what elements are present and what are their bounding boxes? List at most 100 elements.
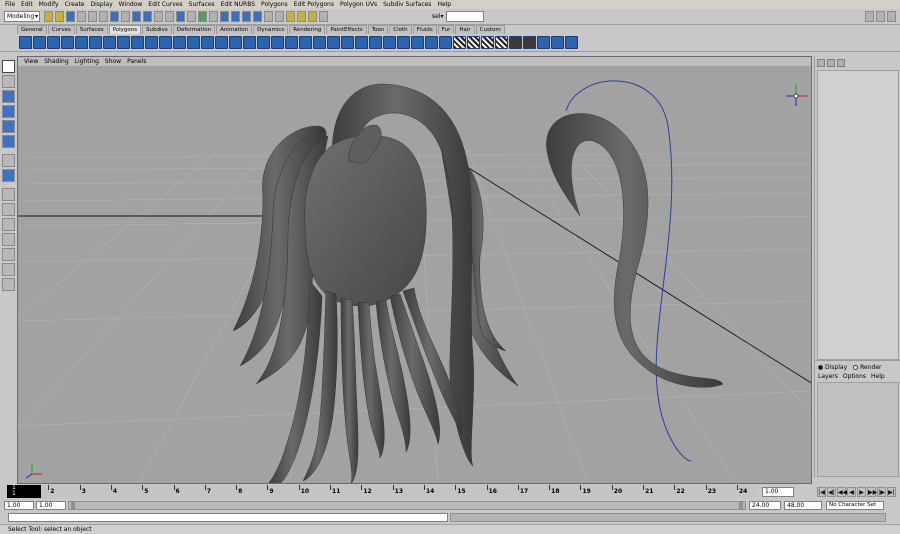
render-frame-icon[interactable] [286,11,295,22]
shelf-tool-icon[interactable] [215,36,228,49]
layer-menu-help[interactable]: Help [871,373,885,380]
highlight-selection-icon[interactable] [209,11,218,22]
viewport-canvas[interactable] [18,66,812,484]
go-to-end-button[interactable]: ▶| [887,487,896,497]
play-forward-button[interactable]: ▶ [857,487,866,497]
shelf-tool-icon[interactable] [117,36,130,49]
custom-layout-icon[interactable] [2,278,15,291]
save-scene-icon[interactable] [66,11,75,22]
current-frame-marker[interactable]: 1 1 [7,485,41,498]
shelf-tab-surfaces[interactable]: Surfaces [75,25,108,34]
shelf-tool-icon[interactable] [285,36,298,49]
panel-menu-shading[interactable]: Shading [41,57,71,66]
select-hierarchy-icon[interactable] [77,11,86,22]
shelf-tab-curves[interactable]: Curves [47,25,75,34]
range-end-handle[interactable] [739,502,743,509]
menu-create[interactable]: Create [62,0,88,9]
menu-display[interactable]: Display [88,0,116,9]
render-globals-icon[interactable] [308,11,317,22]
select-component-icon[interactable] [99,11,108,22]
rotate-tool-icon[interactable] [2,120,15,133]
menu-edit-nurbs[interactable]: Edit NURBS [218,0,258,9]
scale-tool-icon[interactable] [2,135,15,148]
shelf-tool-icon[interactable] [131,36,144,49]
shelf-tool-icon[interactable] [481,36,494,49]
single-pane-layout-icon[interactable] [2,188,15,201]
shelf-tool-icon[interactable] [243,36,256,49]
play-backward-button[interactable]: ◀ [847,487,856,497]
shelf-tab-toon[interactable]: Toon [367,25,389,34]
persp-outliner-layout-icon[interactable] [2,233,15,246]
shelf-tab-cloth[interactable]: Cloth [389,25,412,34]
shelf-tool-icon[interactable] [19,36,32,49]
input-line-menu-icon[interactable] [319,11,328,22]
shelf-tool-icon[interactable] [89,36,102,49]
range-slider-bar[interactable] [68,501,746,510]
perspective-viewport[interactable]: View Shading Lighting Show Panels [17,56,812,484]
menu-edit[interactable]: Edit [18,0,36,9]
shelf-tool-icon[interactable] [523,36,536,49]
handle-mask-icon[interactable] [110,11,119,22]
display-radio[interactable]: Display [818,364,847,371]
shelf-tool-icon[interactable] [467,36,480,49]
go-to-start-button[interactable]: |◀ [817,487,826,497]
shelf-tool-icon[interactable] [271,36,284,49]
curve-mask-icon[interactable] [132,11,141,22]
shelf-tool-icon[interactable] [229,36,242,49]
panel-menu-panels[interactable]: Panels [124,57,149,66]
menu-polygon-uvs[interactable]: Polygon UVs [337,0,380,9]
menu-window[interactable]: Window [116,0,146,9]
shelf-tab-general[interactable]: General [17,25,47,34]
shelf-tool-icon[interactable] [327,36,340,49]
shelf-tab-fur[interactable]: Fur [437,25,455,34]
shelf-tool-icon[interactable] [313,36,326,49]
quick-selection-field[interactable] [446,11,484,22]
snap-point-icon[interactable] [242,11,251,22]
menu-modify[interactable]: Modify [36,0,62,9]
channel-box-content[interactable] [817,70,899,360]
shelf-tool-icon[interactable] [75,36,88,49]
layer-list[interactable] [817,382,899,477]
shelf-tool-icon[interactable] [33,36,46,49]
mode-dropdown[interactable]: Modeling [4,11,40,22]
menu-subdiv-surfaces[interactable]: Subdiv Surfaces [380,0,434,9]
surface-mask-icon[interactable] [143,11,152,22]
shelf-tab-animation[interactable]: Animation [216,25,253,34]
render-mask-icon[interactable] [176,11,185,22]
panel-menu-lighting[interactable]: Lighting [72,57,102,66]
last-tool-icon[interactable] [2,169,15,182]
shelf-tool-icon[interactable] [47,36,60,49]
menu-surfaces[interactable]: Surfaces [186,0,218,9]
playback-end-field[interactable]: 24.00 [749,501,781,510]
shelf-tool-icon[interactable] [565,36,578,49]
move-tool-icon[interactable] [2,105,15,118]
channel-box-icon[interactable] [817,59,825,67]
shelf-tool-icon[interactable] [537,36,550,49]
time-slider-track[interactable]: 2 3 4 5 6 7 8 9 10 11 12 13 14 15 16 17 18 19 20 21 22 23 24 [7,485,757,498]
misc-mask-icon[interactable] [187,11,196,22]
menu-help[interactable]: Help [434,0,454,9]
lasso-tool-icon[interactable] [2,75,15,88]
shelf-tool-icon[interactable] [411,36,424,49]
command-input[interactable] [8,513,448,522]
attribute-editor-toggle-icon[interactable] [865,11,874,22]
tool-settings-toggle-icon[interactable] [876,11,885,22]
channel-box-toggle-icon[interactable] [887,11,896,22]
shelf-tool-icon[interactable] [187,36,200,49]
four-pane-layout-icon[interactable] [2,203,15,216]
dynamics-mask-icon[interactable] [165,11,174,22]
shelf-tool-icon[interactable] [383,36,396,49]
character-set-dropdown[interactable]: No Character Set [826,501,884,510]
menu-polygons[interactable]: Polygons [258,0,291,9]
layer-editor-icon[interactable] [827,59,835,67]
channel-box-layer-icon[interactable] [837,59,845,67]
shelf-tab-fluids[interactable]: Fluids [412,25,437,34]
history-icon[interactable] [275,11,284,22]
shelf-tool-icon[interactable] [257,36,270,49]
shelf-tab-rendering[interactable]: Rendering [289,25,326,34]
select-object-icon[interactable] [88,11,97,22]
render-radio[interactable]: Render [853,364,882,371]
layer-menu-layers[interactable]: Layers [818,373,838,380]
animation-start-field[interactable]: 1.00 [4,501,34,510]
shelf-tab-hair[interactable]: Hair [455,25,475,34]
